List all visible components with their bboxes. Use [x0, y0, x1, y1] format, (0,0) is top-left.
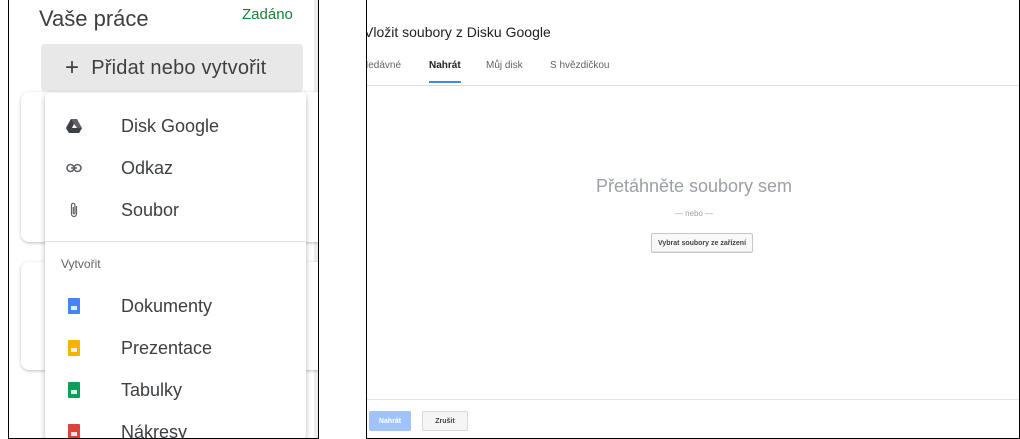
menu-item-drawings[interactable]: Nákresy — [45, 411, 306, 439]
drop-zone-text: Přetáhněte soubory sem — [595, 176, 793, 196]
google-drawings-icon — [65, 423, 83, 438]
create-section-label: Vytvořit — [61, 257, 101, 271]
assignment-status: Zadáno — [242, 6, 293, 23]
add-create-menu: Disk Google Odkaz Soubor Vytvořit Dokume… — [45, 93, 306, 439]
add-or-create-label: Přidat nebo vytvořit — [91, 56, 267, 79]
menu-item-slides[interactable]: Prezentace — [45, 327, 306, 369]
your-work-panel: Vaše práce Zadáno + Přidat nebo vytvořit… — [8, 0, 319, 439]
or-separator: — nebo — — [674, 209, 714, 218]
link-icon — [65, 159, 83, 177]
tab-upload[interactable]: Nahrát — [429, 60, 461, 71]
active-tab-indicator — [429, 81, 461, 83]
select-files-button[interactable]: Vybrat soubory ze zařízení — [651, 233, 753, 253]
google-drive-icon — [65, 117, 83, 135]
tab-starred[interactable]: S hvězdičkou — [550, 60, 609, 71]
google-docs-icon — [65, 297, 83, 315]
google-sheets-icon — [65, 381, 83, 399]
cancel-button[interactable]: Zrušit — [422, 411, 468, 431]
menu-item-label: Dokumenty — [121, 295, 213, 316]
menu-item-link[interactable]: Odkaz — [45, 147, 306, 189]
add-or-create-button[interactable]: + Přidat nebo vytvořit — [41, 44, 303, 92]
tab-recent[interactable]: Nedávné — [367, 60, 401, 71]
picker-tabs: Nedávné Nahrát Můj disk S hvězdičkou — [367, 60, 1019, 86]
menu-item-label: Tabulky — [121, 379, 183, 400]
menu-item-label: Nákresy — [121, 421, 188, 439]
upload-button[interactable]: Nahrát — [369, 411, 411, 431]
tabs-divider — [367, 85, 1019, 86]
menu-item-label: Prezentace — [121, 337, 213, 358]
menu-divider — [45, 241, 306, 242]
tab-my-drive[interactable]: Můj disk — [486, 60, 523, 71]
menu-item-file[interactable]: Soubor — [45, 189, 306, 231]
picker-title: Vložit soubory z Disku Google — [366, 24, 551, 40]
menu-item-label: Disk Google — [121, 115, 220, 136]
menu-item-google-drive[interactable]: Disk Google — [45, 105, 306, 147]
menu-item-docs[interactable]: Dokumenty — [45, 285, 306, 327]
your-work-title: Vaše práce — [39, 6, 149, 31]
footer-divider — [367, 399, 1019, 400]
menu-item-label: Odkaz — [121, 157, 174, 178]
menu-item-label: Soubor — [121, 199, 180, 220]
paperclip-icon — [65, 201, 83, 219]
menu-item-sheets[interactable]: Tabulky — [45, 369, 306, 411]
plus-icon: + — [65, 54, 80, 81]
drive-picker-dialog: Vložit soubory z Disku Google Nedávné Na… — [366, 0, 1020, 439]
google-slides-icon — [65, 339, 83, 357]
